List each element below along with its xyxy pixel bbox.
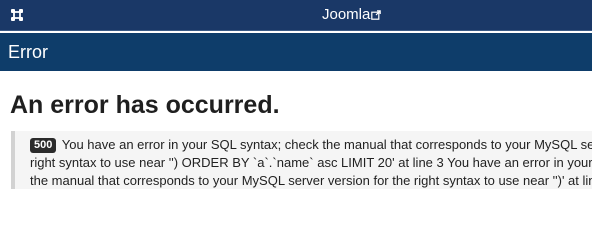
top-navbar: Joomla [0,0,592,31]
error-message-box: 500 You have an error in your SQL syntax… [11,131,592,189]
error-code-badge: 500 [30,138,57,153]
external-link-icon [371,10,382,20]
error-heading: An error has occurred. [10,91,280,119]
page-titlebar: Error [0,33,592,71]
site-name: Joomla [322,6,371,23]
error-line: 500 You have an error in your SQL syntax… [30,136,592,154]
error-line: right syntax to use near '') ORDER BY `a… [30,155,592,170]
page-title: Error [8,42,48,62]
error-line: the manual that corresponds to your MySQ… [30,173,592,188]
error-message-text: 500 You have an error in your SQL syntax… [30,136,592,189]
error-line-text: You have an error in your SQL syntax; ch… [61,137,592,152]
site-link[interactable]: Joomla [322,6,382,23]
joomla-logo-icon[interactable] [8,6,26,24]
